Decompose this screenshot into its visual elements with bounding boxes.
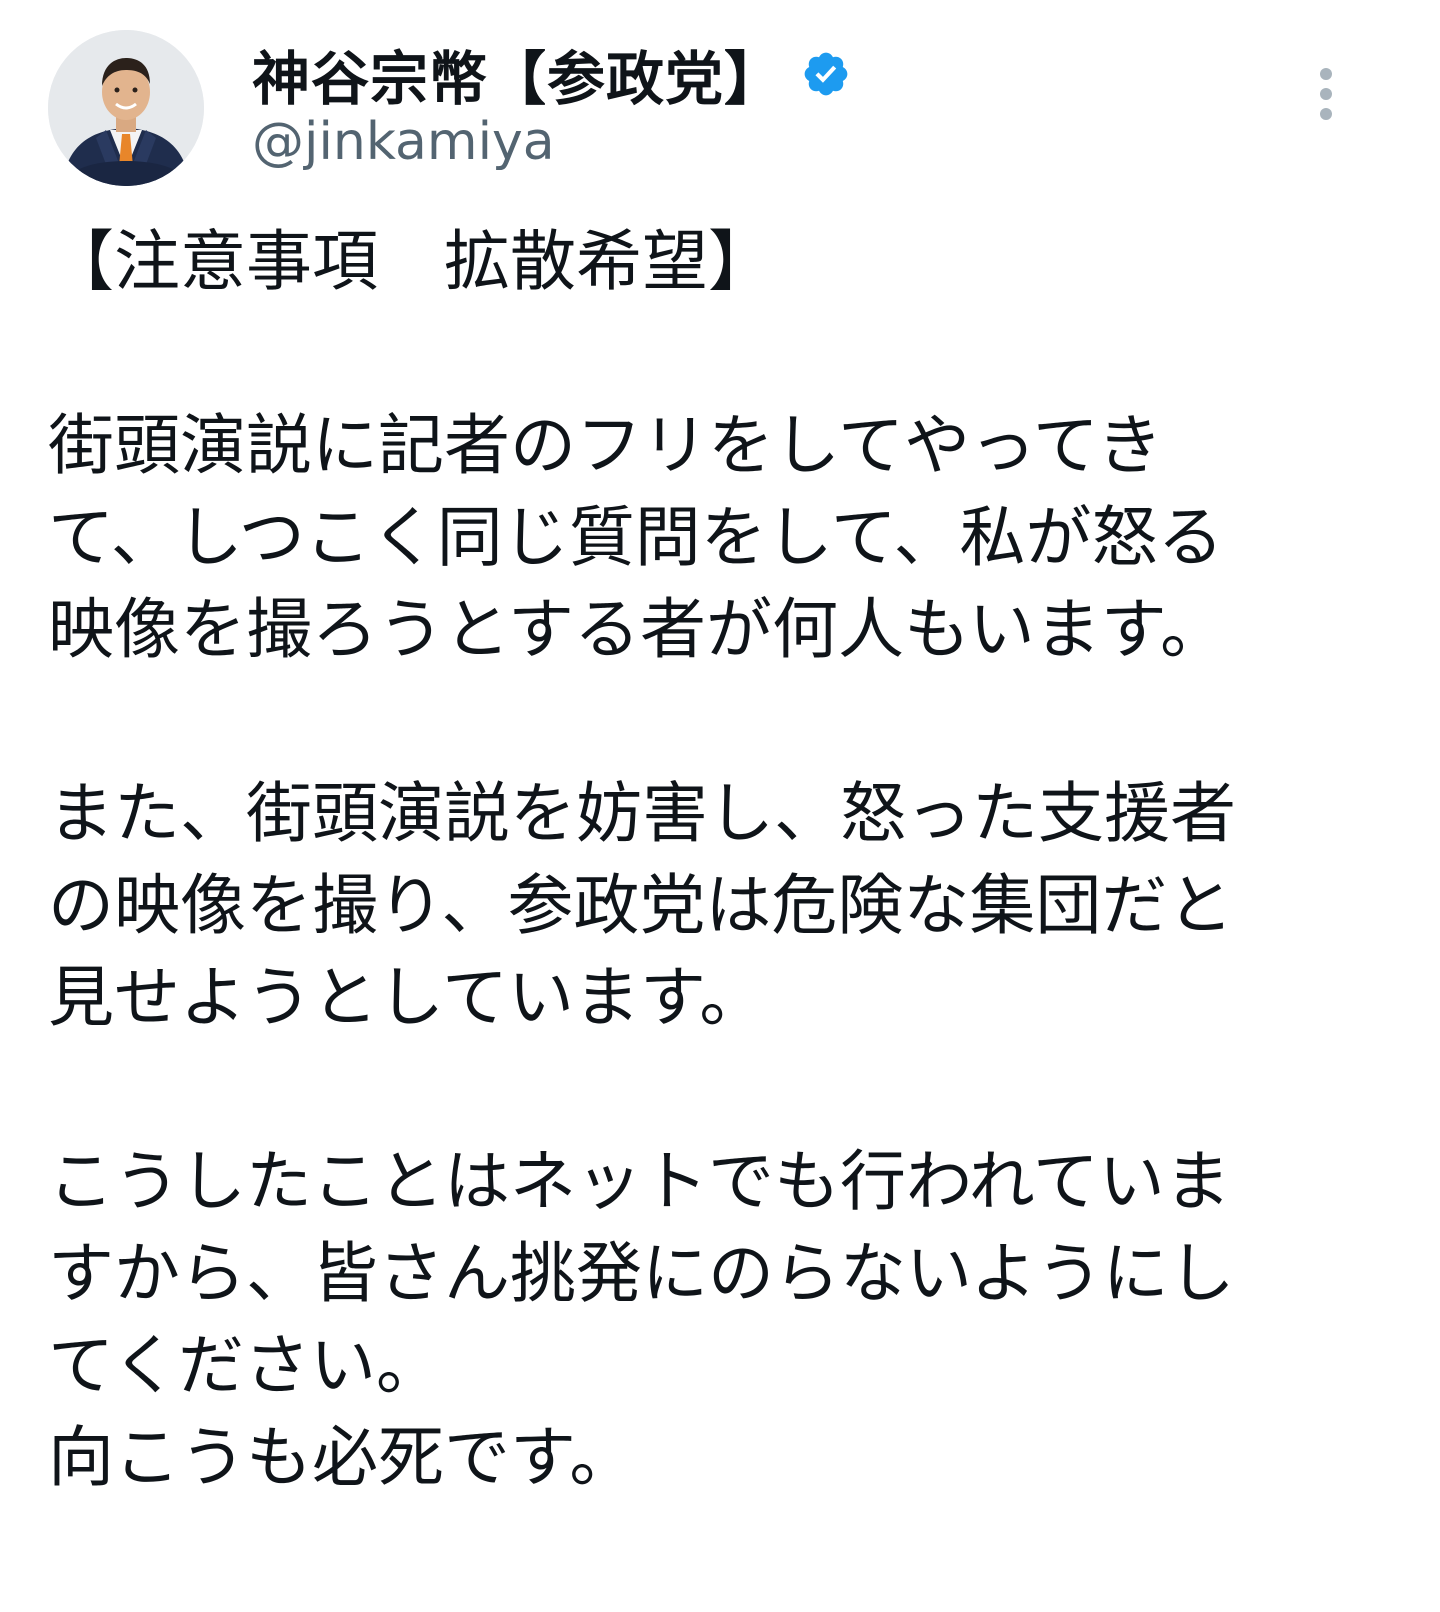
tweet-line: 向こうも必死です。 [48,1419,636,1496]
verified-badge-icon[interactable] [801,49,851,99]
tweet-line: の映像を撮り、参政党は危険な集団だと [48,867,1234,944]
tweet-line: て、しつこく同じ質問をして、私が怒る [48,499,1224,576]
avatar[interactable] [48,30,204,186]
tweet-text: 【注意事項 拡散希望】 街頭演説に記者のフリをしてやってき て、しつこく同じ質問… [48,216,1368,1504]
tweet-line: 映像を撮ろうとする者が何人もいます。 [48,591,1227,668]
more-options-icon[interactable] [1306,66,1346,122]
tweet-line: 【注意事項 拡散希望】 [48,223,774,300]
tweet-header: 神谷宗幣【参政党】 @jinkamiya [0,0,1440,200]
profile-photo-icon [48,30,204,186]
tweet-line: こうしたことはネットでも行われていま [48,1143,1231,1220]
display-name-row: 神谷宗幣【参政党】 [252,36,851,113]
tweet-line: また、街頭演説を妨害し、怒った支援者 [48,775,1236,852]
tweet-line: すから、皆さん挑発にのらないようにし [48,1235,1235,1312]
display-name[interactable]: 神谷宗幣【参政党】 [252,32,783,116]
tweet-line: 見せようとしています。 [48,959,766,1036]
user-handle[interactable]: @jinkamiya [252,112,555,172]
tweet-line: 街頭演説に記者のフリをしてやってき [48,407,1163,484]
tweet-line: てください。 [48,1327,443,1404]
